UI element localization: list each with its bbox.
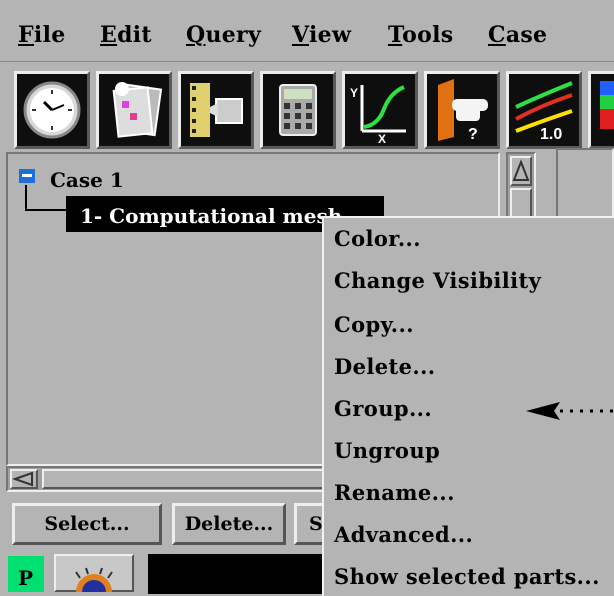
menu-item-delete[interactable]: Delete... [334,354,436,379]
tool-filmstrip[interactable] [178,71,254,149]
color-bar-icon [600,81,614,129]
menu-item-rename[interactable]: Rename... [334,480,455,505]
menu-tools[interactable]: Tools [388,22,453,48]
case-label[interactable]: Case 1 [50,168,124,192]
menu-item-copy[interactable]: Copy... [334,312,414,337]
logo-button[interactable] [54,554,134,596]
tool-xy-plot[interactable]: Y X [342,71,418,149]
viewport-area[interactable] [148,554,322,594]
tree-connector [25,209,67,211]
clock-icon [23,81,81,139]
filmstrip-icon [190,83,243,137]
menu-edit[interactable]: Edit [100,22,152,48]
svg-text:Y: Y [350,86,358,100]
menu-view[interactable]: View [292,22,351,48]
menu-item-color[interactable]: Color... [334,226,421,251]
tool-portfolio[interactable] [96,71,172,149]
arrow-left-icon [11,471,33,487]
p-badge[interactable]: P [8,556,44,592]
xy-plot-icon: Y X [350,85,406,143]
color-legend-icon: 1.0 [515,81,573,143]
delete-button[interactable]: Delete... [172,503,286,545]
arrow-up-icon [512,159,530,181]
svg-text:X: X [378,132,386,143]
annotation-arrow-icon [526,402,614,420]
menu-case[interactable]: Case [488,22,547,48]
svg-text:1.0: 1.0 [540,126,562,143]
tool-calculator[interactable] [260,71,336,149]
menu-item-change-visibility[interactable]: Change Visibility [334,268,541,293]
toolbar: Y X ? 1.0 [0,63,614,149]
scroll-up-arrow[interactable] [510,156,532,186]
calculator-icon [279,84,317,136]
query-hand-icon: ? [438,79,488,143]
scroll-left-arrow[interactable] [10,469,38,489]
scroll-thumb[interactable] [42,469,332,489]
tree-connector [25,185,27,211]
menu-item-group[interactable]: Group... [334,396,432,421]
menu-item-advanced[interactable]: Advanced... [334,522,473,547]
logo-icon [75,567,113,596]
portfolio-icon [112,82,163,138]
menu-item-show-selected-parts[interactable]: Show selected parts... [334,564,600,589]
menu-bar: File Edit Query View Tools Case [0,0,614,62]
select-button[interactable]: Select... [12,503,162,545]
tool-color-legend[interactable]: 1.0 [506,71,582,149]
menu-file[interactable]: File [18,22,66,48]
case-icon[interactable] [18,168,38,184]
tool-clock[interactable] [14,71,90,149]
menu-query[interactable]: Query [186,22,261,48]
menu-item-ungroup[interactable]: Ungroup [334,438,440,463]
tree-horizontal-scrollbar[interactable] [6,466,336,492]
tool-color-bar[interactable] [588,71,614,149]
tool-query[interactable]: ? [424,71,500,149]
svg-text:?: ? [468,126,478,143]
